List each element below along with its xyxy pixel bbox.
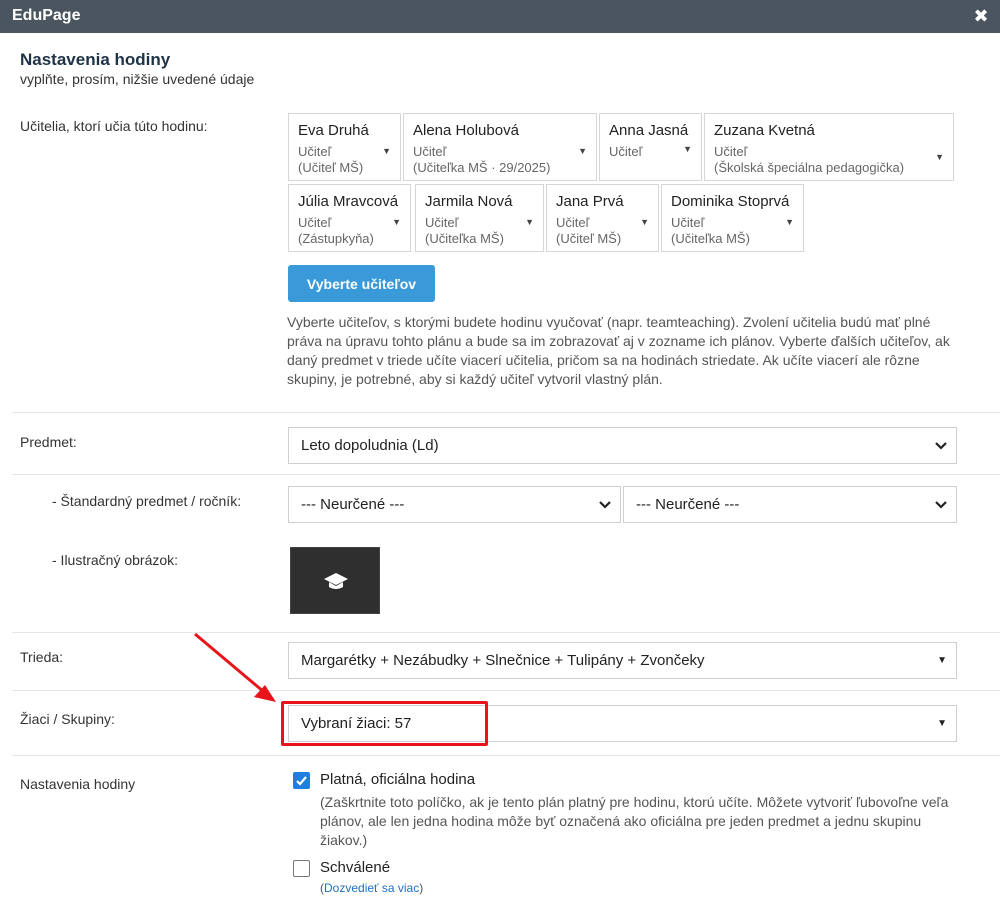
- caret-down-icon: ▼: [937, 655, 947, 666]
- teacher-role: Učiteľ (Školská špeciálna pedagogička): [714, 144, 905, 175]
- class-value: Margarétky + Nezábudky + Slnečnice + Tul…: [301, 652, 705, 669]
- teacher-role: Učiteľ (Učiteľka MŠ): [671, 215, 750, 246]
- teacher-card[interactable]: Jarmila Nová Učiteľ (Učiteľka MŠ) ▼: [415, 184, 544, 252]
- approved-checkbox[interactable]: [293, 860, 310, 877]
- caret-down-icon[interactable]: ▼: [785, 217, 794, 227]
- teacher-card[interactable]: Dominika Stoprvá Učiteľ (Učiteľka MŠ) ▼: [661, 184, 804, 252]
- teacher-name: Jarmila Nová: [425, 193, 513, 210]
- teacher-role: Učiteľ (Učiteľ MŠ): [298, 144, 364, 175]
- divider: [12, 755, 1000, 756]
- highlight-box: [281, 701, 488, 746]
- grade-value: --- Neurčené ---: [636, 496, 740, 513]
- close-icon[interactable]: ✖: [972, 6, 990, 26]
- teacher-name: Jana Prvá: [556, 193, 624, 210]
- page-subtitle: vyplňte, prosím, nižšie uvedené údaje: [20, 71, 255, 87]
- official-checkbox-label[interactable]: Platná, oficiálna hodina: [320, 771, 475, 788]
- standard-subject-select[interactable]: --- Neurčené ---: [288, 486, 621, 523]
- teachers-label: Učitelia, ktorí učia túto hodinu:: [20, 118, 208, 134]
- teacher-name: Anna Jasná: [609, 122, 689, 139]
- caret-down-icon[interactable]: ▼: [935, 152, 944, 162]
- teacher-name: Júlia Mravcová: [298, 193, 399, 210]
- teacher-card[interactable]: Anna Jasná Učiteľ ▼: [599, 113, 702, 181]
- teacher-name: Alena Holubová: [413, 122, 519, 139]
- caret-down-icon[interactable]: ▼: [578, 146, 587, 156]
- teachers-help-text: Vyberte učiteľov, s ktorými budete hodin…: [287, 314, 950, 387]
- teacher-name: Dominika Stoprvá: [671, 193, 790, 210]
- illustration-image[interactable]: [290, 547, 380, 614]
- teacher-role: Učiteľ: [609, 144, 643, 159]
- lesson-settings-label: Nastavenia hodiny: [20, 776, 136, 792]
- students-label: Žiaci / Skupiny:: [20, 711, 115, 727]
- teacher-role: Učiteľ (Zástupkyňa): [298, 215, 374, 246]
- divider: [12, 632, 1000, 633]
- subject-label: Predmet:: [20, 434, 77, 450]
- divider: [12, 412, 1000, 413]
- window-titlebar: EduPage ✖: [0, 0, 1000, 33]
- teacher-role: Učiteľ (Učiteľka MŠ): [425, 215, 504, 246]
- teacher-name: Zuzana Kvetná: [714, 122, 815, 139]
- caret-down-icon[interactable]: ▼: [382, 146, 391, 156]
- teacher-role: Učiteľ (Učiteľka MŠ · 29/2025): [413, 144, 551, 175]
- caret-down-icon[interactable]: ▼: [683, 144, 692, 154]
- divider: [12, 690, 1000, 691]
- chevron-down-icon: [935, 501, 947, 509]
- select-teachers-button[interactable]: Vyberte učiteľov: [288, 265, 435, 302]
- class-select[interactable]: Margarétky + Nezábudky + Slnečnice + Tul…: [288, 642, 957, 679]
- graduation-cap-icon: [324, 573, 348, 589]
- window-title: EduPage: [12, 7, 81, 24]
- class-label: Trieda:: [20, 649, 64, 665]
- official-checkbox[interactable]: [293, 772, 310, 789]
- checkmark-icon: [296, 776, 307, 786]
- chevron-down-icon: [599, 501, 611, 509]
- page-title: Nastavenia hodiny: [20, 50, 171, 69]
- standard-subject-label: - Štandardný predmet / ročník:: [52, 493, 242, 509]
- caret-down-icon[interactable]: ▼: [640, 217, 649, 227]
- teacher-name: Eva Druhá: [298, 122, 369, 139]
- teacher-card[interactable]: Eva Druhá Učiteľ (Učiteľ MŠ) ▼: [288, 113, 401, 181]
- teacher-role: Učiteľ (Učiteľ MŠ): [556, 215, 622, 246]
- divider: [12, 474, 1000, 475]
- illustration-label: - Ilustračný obrázok:: [52, 552, 179, 568]
- caret-down-icon: ▼: [937, 718, 947, 729]
- grade-select[interactable]: --- Neurčené ---: [623, 486, 957, 523]
- caret-down-icon[interactable]: ▼: [525, 217, 534, 227]
- official-note: (Zaškrtnite toto políčko, ak je tento pl…: [320, 794, 949, 848]
- teacher-card[interactable]: Júlia Mravcová Učiteľ (Zástupkyňa) ▼: [288, 184, 411, 252]
- standard-subject-value: --- Neurčené ---: [301, 496, 405, 513]
- learn-more-link[interactable]: Dozvedieť sa viac: [324, 881, 419, 895]
- subject-value: Leto dopoludnia (Ld): [301, 437, 439, 454]
- caret-down-icon[interactable]: ▼: [392, 217, 401, 227]
- teacher-card[interactable]: Zuzana Kvetná Učiteľ (Školská špeciálna p…: [704, 113, 954, 181]
- chevron-down-icon: [935, 442, 947, 450]
- teacher-card[interactable]: Alena Holubová Učiteľ (Učiteľka MŠ · 29/2…: [403, 113, 597, 181]
- teacher-card[interactable]: Jana Prvá Učiteľ (Učiteľ MŠ) ▼: [546, 184, 659, 252]
- subject-select[interactable]: Leto dopoludnia (Ld): [288, 427, 957, 464]
- approved-checkbox-label[interactable]: Schválené: [320, 859, 390, 876]
- learn-more-line: (Dozvedieť sa viac): [320, 881, 424, 895]
